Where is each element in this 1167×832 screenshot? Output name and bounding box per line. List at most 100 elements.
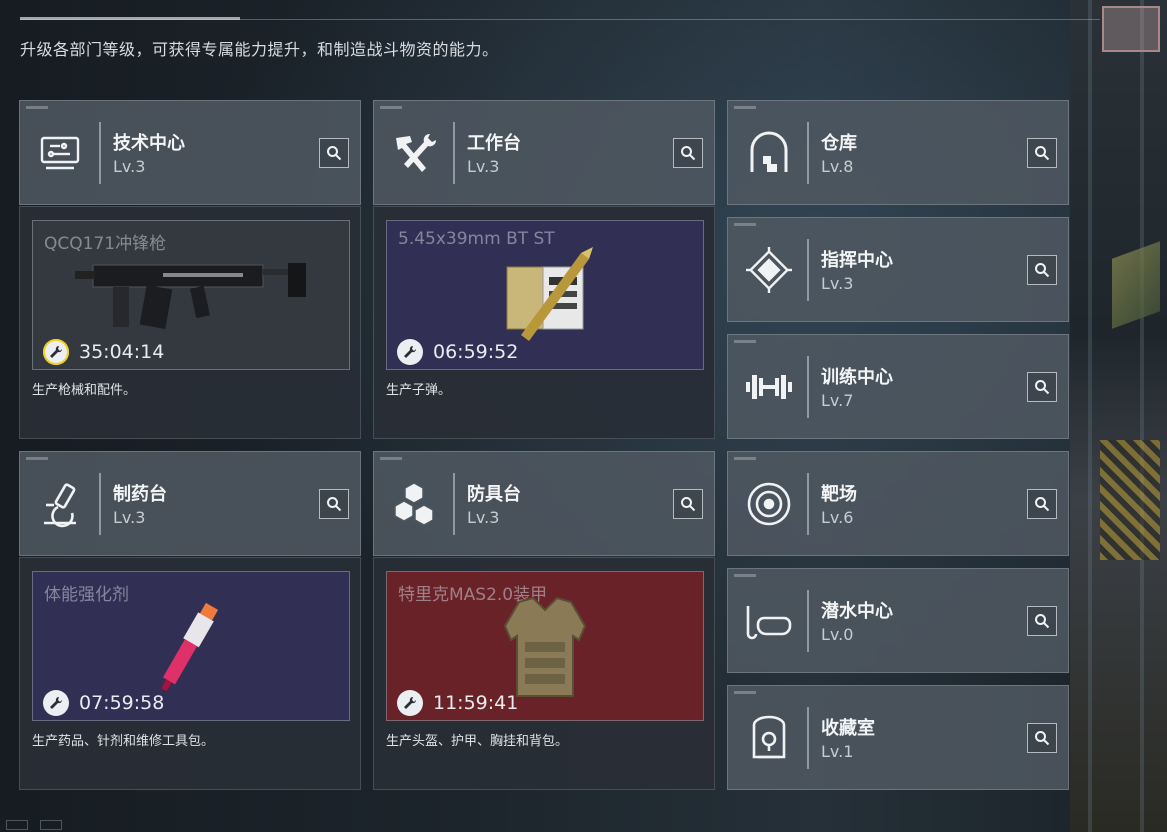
production-timer: 06:59:52 — [397, 339, 518, 365]
background-light — [1102, 6, 1160, 52]
department-card-tech-center[interactable]: 技术中心 Lv.3 — [19, 100, 361, 205]
production-description: 生产枪械和配件。 — [32, 383, 137, 398]
search-icon — [1035, 497, 1050, 512]
diving-center-icon — [744, 596, 794, 646]
timer-text: 11:59:41 — [433, 692, 519, 714]
inspect-button[interactable] — [319, 489, 349, 519]
card-corner-mark — [734, 457, 756, 460]
card-divider — [99, 473, 101, 535]
page-subtitle: 升级各部门等级，可获得专属能力提升，和制造战斗物资的能力。 — [20, 40, 499, 59]
production-description: 生产子弹。 — [386, 383, 452, 398]
department-card-command-center[interactable]: 指挥中心 Lv.3 — [727, 217, 1069, 322]
department-level: Lv.3 — [467, 508, 500, 527]
training-center-icon — [744, 362, 794, 412]
inspect-button[interactable] — [1027, 255, 1057, 285]
production-slot[interactable]: 体能强化剂 07:59:58 — [32, 571, 350, 721]
wrench-icon — [43, 690, 69, 716]
production-slot[interactable]: 特里克MAS2.0装甲 11:59:41 — [386, 571, 704, 721]
header-rule-accent — [20, 17, 240, 20]
card-corner-mark — [380, 457, 402, 460]
card-corner-mark — [734, 574, 756, 577]
command-center-icon — [744, 245, 794, 295]
card-corner-mark — [380, 106, 402, 109]
background-hazard-stripes — [1100, 440, 1160, 560]
search-icon — [1035, 380, 1050, 395]
department-name: 收藏室 — [821, 718, 875, 739]
card-divider — [807, 707, 809, 769]
inspect-button[interactable] — [1027, 606, 1057, 636]
timer-text: 07:59:58 — [79, 692, 165, 714]
pharmacy-icon — [36, 479, 86, 529]
inspect-button[interactable] — [1027, 489, 1057, 519]
card-corner-mark — [734, 340, 756, 343]
department-name: 工作台 — [467, 133, 521, 154]
department-name: 仓库 — [821, 133, 857, 154]
warehouse-icon — [744, 128, 794, 178]
card-divider — [453, 122, 455, 184]
search-icon — [681, 497, 696, 512]
footer-tag — [6, 820, 28, 830]
search-icon — [681, 146, 696, 161]
production-panel-pharmacy[interactable]: 体能强化剂 07:59:58 生产药品、针剂和维修工具包。 — [19, 557, 361, 790]
production-panel-tech-center[interactable]: QCQ171冲锋枪 35:04:14 生产枪械和配件。 — [19, 206, 361, 439]
tech-center-icon — [36, 128, 86, 178]
department-name: 靶场 — [821, 484, 857, 505]
department-card-shooting-range[interactable]: 靶场 Lv.6 — [727, 451, 1069, 556]
card-divider — [807, 122, 809, 184]
stim-injector-image — [161, 602, 219, 692]
armor-bench-icon — [390, 479, 440, 529]
inspect-button[interactable] — [1027, 723, 1057, 753]
search-icon — [1035, 146, 1050, 161]
inspect-button[interactable] — [673, 489, 703, 519]
search-icon — [327, 497, 342, 512]
department-name: 制药台 — [113, 484, 167, 505]
department-card-training-center[interactable]: 训练中心 Lv.7 — [727, 334, 1069, 439]
search-icon — [1035, 263, 1050, 278]
background-pillar — [1088, 0, 1092, 832]
department-level: Lv.1 — [821, 742, 854, 761]
production-panel-workbench[interactable]: 5.45x39mm BT ST 06:59:52 生产子弹。 — [373, 206, 715, 439]
card-divider — [807, 356, 809, 418]
department-card-workbench[interactable]: 工作台 Lv.3 — [373, 100, 715, 205]
wrench-icon — [397, 339, 423, 365]
production-timer: 07:59:58 — [43, 690, 164, 716]
inspect-button[interactable] — [1027, 372, 1057, 402]
department-name: 训练中心 — [821, 367, 893, 388]
wrench-icon — [43, 339, 69, 365]
department-level: Lv.3 — [113, 508, 146, 527]
production-timer: 11:59:41 — [397, 690, 518, 716]
production-item-name: 体能强化剂 — [44, 585, 129, 605]
production-description: 生产头盔、护甲、胸挂和背包。 — [386, 734, 569, 749]
search-icon — [1035, 614, 1050, 629]
background-scene — [1070, 0, 1167, 832]
department-card-armor-bench[interactable]: 防具台 Lv.3 — [373, 451, 715, 556]
department-name: 防具台 — [467, 484, 521, 505]
inspect-button[interactable] — [673, 138, 703, 168]
department-card-diving-center[interactable]: 潜水中心 Lv.0 — [727, 568, 1069, 673]
card-corner-mark — [734, 691, 756, 694]
department-level: Lv.6 — [821, 508, 854, 527]
card-corner-mark — [734, 106, 756, 109]
smg-image — [75, 263, 306, 329]
production-panel-armor-bench[interactable]: 特里克MAS2.0装甲 11:59:41 生产头盔、护甲、胸挂和背包。 — [373, 557, 715, 790]
inspect-button[interactable] — [319, 138, 349, 168]
production-slot[interactable]: QCQ171冲锋枪 35:04:14 — [32, 220, 350, 370]
card-divider — [807, 590, 809, 652]
production-slot[interactable]: 5.45x39mm BT ST 06:59:52 — [386, 220, 704, 370]
wrench-icon — [397, 690, 423, 716]
timer-text: 06:59:52 — [433, 341, 519, 363]
department-name: 指挥中心 — [821, 250, 893, 271]
department-card-collection-room[interactable]: 收藏室 Lv.1 — [727, 685, 1069, 790]
ammo-box-image — [506, 247, 593, 341]
card-corner-mark — [26, 106, 48, 109]
search-icon — [1035, 731, 1050, 746]
department-card-warehouse[interactable]: 仓库 Lv.8 — [727, 100, 1069, 205]
inspect-button[interactable] — [1027, 138, 1057, 168]
production-item-name: 5.45x39mm BT ST — [398, 229, 555, 249]
department-level: Lv.8 — [821, 157, 854, 176]
card-divider — [453, 473, 455, 535]
department-level: Lv.3 — [467, 157, 500, 176]
department-name: 技术中心 — [113, 133, 185, 154]
card-divider — [807, 473, 809, 535]
department-card-pharmacy[interactable]: 制药台 Lv.3 — [19, 451, 361, 556]
